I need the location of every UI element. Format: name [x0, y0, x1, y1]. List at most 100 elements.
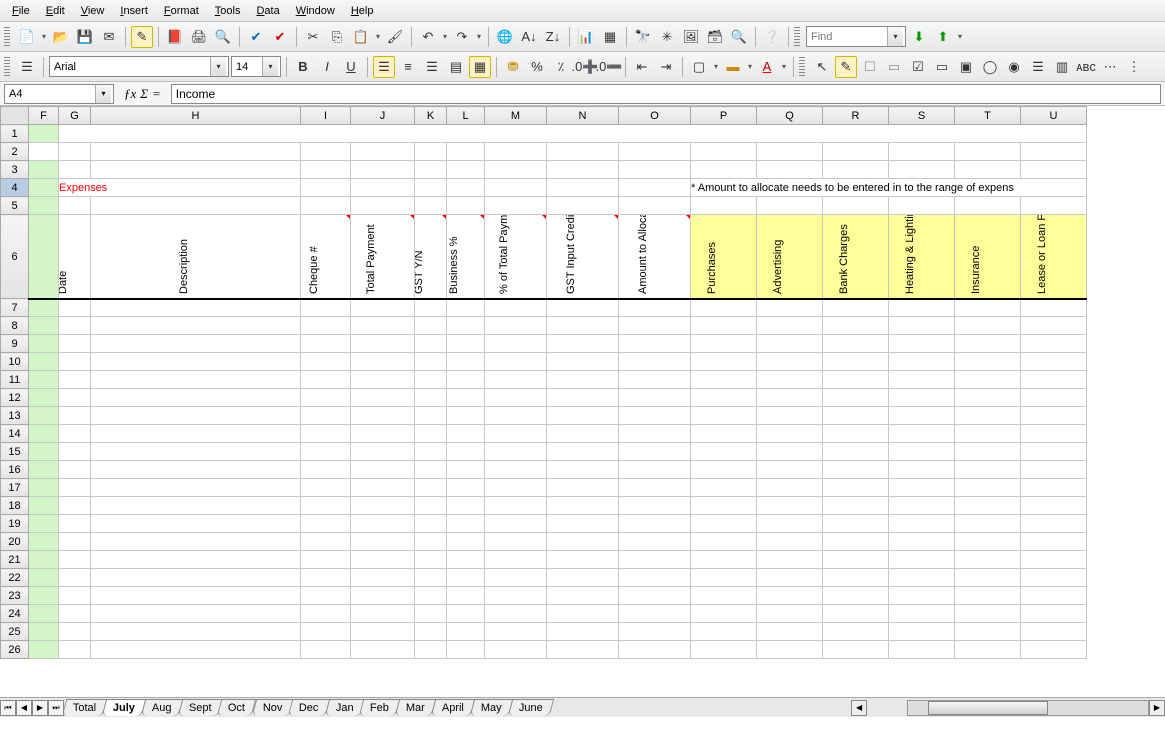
row-header[interactable]: 8 [1, 317, 29, 335]
form-control-button[interactable]: ▣ [955, 56, 977, 78]
cell-header-gst[interactable]: GST Y/N [415, 215, 447, 299]
print-button[interactable]: 🖨 [188, 26, 210, 48]
redo-dropdown[interactable] [475, 26, 483, 48]
menu-insert[interactable]: Insert [112, 3, 156, 19]
font-size-combo[interactable]: ▾ [231, 56, 281, 77]
design-mode-button[interactable]: ✎ [835, 56, 857, 78]
menu-view[interactable]: View [73, 3, 113, 19]
cell-header-pct-total[interactable]: % of Total Payment [485, 215, 547, 299]
find-input[interactable] [807, 27, 887, 46]
currency-button[interactable]: ⛃ [502, 56, 524, 78]
cell-allocate-note[interactable]: * Amount to allocate needs to be entered… [691, 179, 1087, 197]
tab-nav-first[interactable]: ⏮ [0, 700, 16, 716]
col-header-R[interactable]: R [823, 107, 889, 125]
tab-nav-prev[interactable]: ◀ [16, 700, 32, 716]
cell-header-heating[interactable]: Heating & Lighting [889, 215, 955, 299]
sort-desc-button[interactable]: Z↓ [542, 26, 564, 48]
col-header-U[interactable]: U [1021, 107, 1087, 125]
inc-indent-button[interactable]: ⇥ [655, 56, 677, 78]
toolbar-grip[interactable] [4, 57, 10, 77]
col-header-P[interactable]: P [691, 107, 757, 125]
col-header-H[interactable]: H [91, 107, 301, 125]
align-left-button[interactable]: ☰ [373, 56, 395, 78]
col-header-T[interactable]: T [955, 107, 1021, 125]
col-header-N[interactable]: N [547, 107, 619, 125]
borders-dropdown[interactable] [712, 56, 720, 78]
find-combo[interactable]: ▾ [806, 26, 906, 47]
dropdown-icon[interactable]: ▾ [262, 57, 278, 76]
find-prev-button[interactable]: ⬆ [932, 26, 954, 48]
row-header[interactable]: 14 [1, 425, 29, 443]
row-header[interactable]: 20 [1, 533, 29, 551]
row-header[interactable]: 12 [1, 389, 29, 407]
new-doc-dropdown[interactable] [40, 26, 48, 48]
row-header[interactable]: 3 [1, 161, 29, 179]
col-header-I[interactable]: I [301, 107, 351, 125]
cell-header-insurance[interactable]: Insurance [955, 215, 1021, 299]
bold-button[interactable]: B [292, 56, 314, 78]
cell-header-business-pct[interactable]: Business % [447, 215, 485, 299]
font-name-combo[interactable]: ▾ [49, 56, 229, 77]
align-right-button[interactable]: ☰ [421, 56, 443, 78]
row-header[interactable]: 18 [1, 497, 29, 515]
find-dropdown-icon[interactable]: ▾ [887, 27, 903, 46]
cell-header-amount-allocate[interactable]: Amount to Allocate [619, 215, 691, 299]
sheet-tab-may[interactable]: May [470, 699, 513, 716]
merge-cells-button[interactable]: ▦ [469, 56, 491, 78]
tab-nav-last[interactable]: ⏭ [48, 700, 64, 716]
find-replace-button[interactable]: 🔭 [632, 26, 654, 48]
cell-expenses-title[interactable]: Expenses [59, 179, 301, 197]
menu-edit[interactable]: Edit [38, 3, 73, 19]
navigator-button[interactable]: ✳ [656, 26, 678, 48]
sheet-tab-sept[interactable]: Sept [178, 699, 223, 716]
menu-window[interactable]: Window [288, 3, 343, 19]
sheet-tab-mar[interactable]: Mar [395, 699, 437, 716]
cell-header-purchases[interactable]: Purchases [691, 215, 757, 299]
format-paint-button[interactable]: 🖌 [384, 26, 406, 48]
sheet-tab-jan[interactable]: Jan [324, 699, 364, 716]
redo-button[interactable]: ↷ [451, 26, 473, 48]
hscroll-thumb[interactable] [928, 701, 1048, 715]
dec-indent-button[interactable]: ⇤ [631, 56, 653, 78]
gallery-button[interactable]: 🖼 [680, 26, 702, 48]
bgcolor-dropdown[interactable] [746, 56, 754, 78]
cell-header-description[interactable]: Description [91, 215, 301, 299]
spreadsheet-grid[interactable]: F G H I J K L M N O P Q R S T U 1 2 3 4 … [0, 106, 1165, 697]
email-button[interactable]: ✉ [98, 26, 120, 48]
underline-button[interactable]: U [340, 56, 362, 78]
row-header[interactable]: 15 [1, 443, 29, 461]
row-header[interactable]: 16 [1, 461, 29, 479]
col-header-J[interactable]: J [351, 107, 415, 125]
sheet-tab-dec[interactable]: Dec [288, 699, 330, 716]
form-wizard-button[interactable]: ⋮ [1123, 56, 1145, 78]
sheet-tab-july[interactable]: July [102, 699, 147, 716]
col-header-S[interactable]: S [889, 107, 955, 125]
more-controls-button[interactable]: ⋯ [1099, 56, 1121, 78]
sheet-tab-feb[interactable]: Feb [359, 699, 401, 716]
number-std-button[interactable]: ٪ [550, 56, 572, 78]
form-control-button[interactable]: ◉ [1003, 56, 1025, 78]
percent-button[interactable]: % [526, 56, 548, 78]
row-header[interactable]: 25 [1, 623, 29, 641]
export-pdf-button[interactable]: 📕 [164, 26, 186, 48]
menu-tools[interactable]: Tools [207, 3, 249, 19]
row-header[interactable]: 6 [1, 215, 29, 299]
fontcolor-dropdown[interactable] [780, 56, 788, 78]
name-box[interactable]: ▾ [4, 84, 114, 104]
bgcolor-button[interactable]: ▬ [722, 56, 744, 78]
styles-button[interactable]: ☰ [16, 56, 38, 78]
tab-nav-next[interactable]: ▶ [32, 700, 48, 716]
find-toolbar-grip[interactable] [794, 27, 800, 47]
listbox-control-button[interactable]: ☰ [1027, 56, 1049, 78]
toolbar-grip[interactable] [4, 27, 10, 47]
find-next-button[interactable]: ⬇ [908, 26, 930, 48]
sheet-tab-april[interactable]: April [431, 699, 476, 716]
sheet-tab-aug[interactable]: Aug [141, 699, 183, 716]
undo-dropdown[interactable] [441, 26, 449, 48]
borders-button[interactable]: ▢ [688, 56, 710, 78]
row-header[interactable]: 23 [1, 587, 29, 605]
col-header-L[interactable]: L [447, 107, 485, 125]
fontcolor-button[interactable]: A [756, 56, 778, 78]
form-control-button[interactable]: ☐ [859, 56, 881, 78]
menu-file[interactable]: File [4, 3, 38, 19]
